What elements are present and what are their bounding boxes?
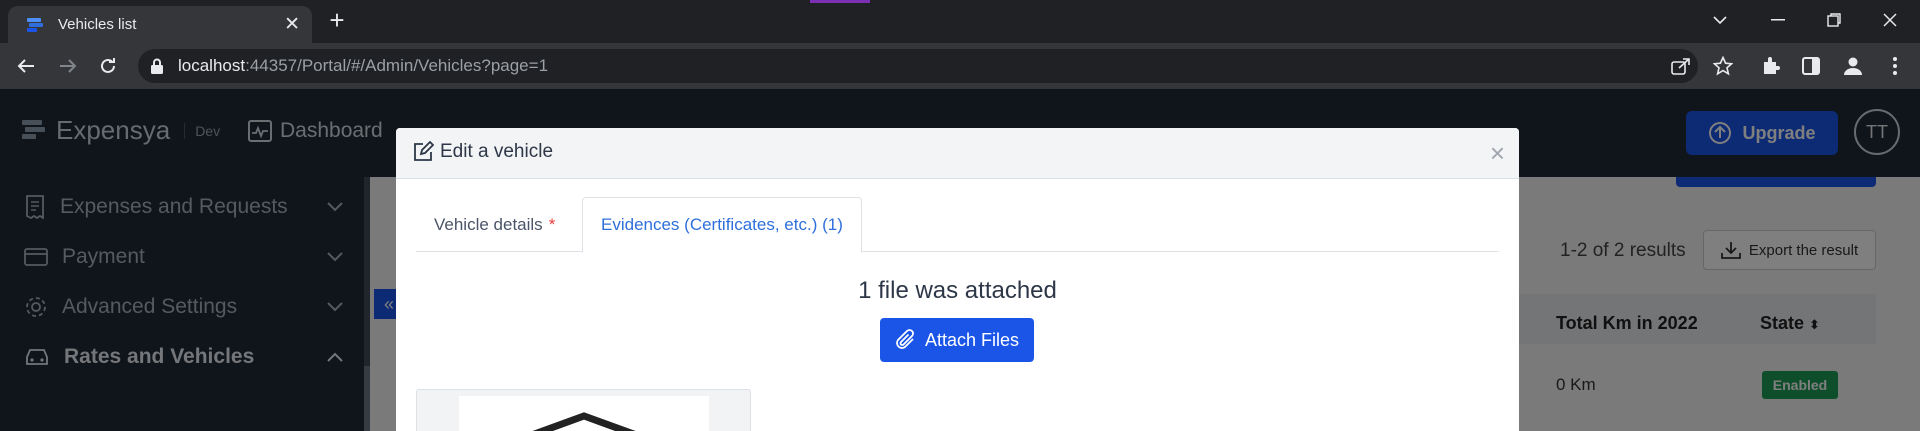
attach-files-button[interactable]: Attach Files	[880, 318, 1034, 362]
modal-title-text: Edit a vehicle	[440, 141, 554, 162]
paperclip-icon	[896, 329, 914, 349]
attachment-thumbnail	[459, 396, 709, 431]
tab-vehicle-details-label: Vehicle details	[434, 214, 543, 234]
tab-vehicle-details[interactable]: Vehicle details *	[416, 197, 573, 252]
required-mark: *	[548, 214, 556, 234]
tab-search-icon[interactable]	[1700, 0, 1740, 40]
tab-close-icon[interactable]: ✕	[284, 15, 300, 34]
browser-tab-title: Vehicles list	[58, 16, 137, 33]
side-panel-icon[interactable]	[1800, 55, 1822, 77]
browser-tab-strip: Vehicles list ✕ +	[0, 0, 1920, 43]
url-host: localhost	[178, 56, 246, 75]
modal-header: Edit a vehicle ×	[396, 128, 1519, 179]
extensions-icon[interactable]	[1760, 55, 1782, 77]
tab-evidences[interactable]: Evidences (Certificates, etc.) (1)	[582, 197, 862, 253]
forward-icon[interactable]	[54, 52, 82, 80]
attachment-card[interactable]	[416, 389, 751, 431]
lock-icon	[151, 58, 163, 74]
tab-evidences-label: Evidences (Certificates, etc.) (1)	[601, 215, 843, 234]
address-bar[interactable]: localhost:44357/Portal/#/Admin/Vehicles?…	[138, 49, 1698, 83]
browser-tab[interactable]: Vehicles list ✕	[8, 6, 312, 43]
menu-dots-icon[interactable]	[1884, 55, 1906, 77]
close-window-icon[interactable]	[1870, 0, 1910, 40]
attached-count-text: 1 file was attached	[858, 277, 1057, 304]
window-accent	[810, 0, 870, 3]
browser-toolbar: localhost:44357/Portal/#/Admin/Vehicles?…	[0, 43, 1920, 89]
edit-icon	[414, 141, 434, 161]
reload-icon[interactable]	[94, 52, 122, 80]
profile-icon[interactable]	[1842, 55, 1864, 77]
attach-files-label: Attach Files	[924, 329, 1020, 350]
edit-vehicle-modal: Edit a vehicle × Vehicle details * Evide…	[396, 128, 1519, 431]
new-tab-button[interactable]: +	[322, 6, 352, 36]
url-path: :44357/Portal/#/Admin/Vehicles?page=1	[245, 56, 549, 75]
share-icon[interactable]	[1670, 55, 1692, 77]
expensya-favicon-icon	[27, 17, 43, 32]
minimize-icon[interactable]	[1758, 0, 1798, 40]
close-icon[interactable]: ×	[1490, 138, 1505, 169]
modal-tabs: Vehicle details * Evidences (Certificate…	[416, 197, 1499, 253]
bookmark-star-icon[interactable]	[1712, 55, 1734, 77]
modal-title: Edit a vehicle	[412, 141, 553, 163]
restore-icon[interactable]	[1814, 0, 1854, 40]
back-icon[interactable]	[12, 52, 40, 80]
